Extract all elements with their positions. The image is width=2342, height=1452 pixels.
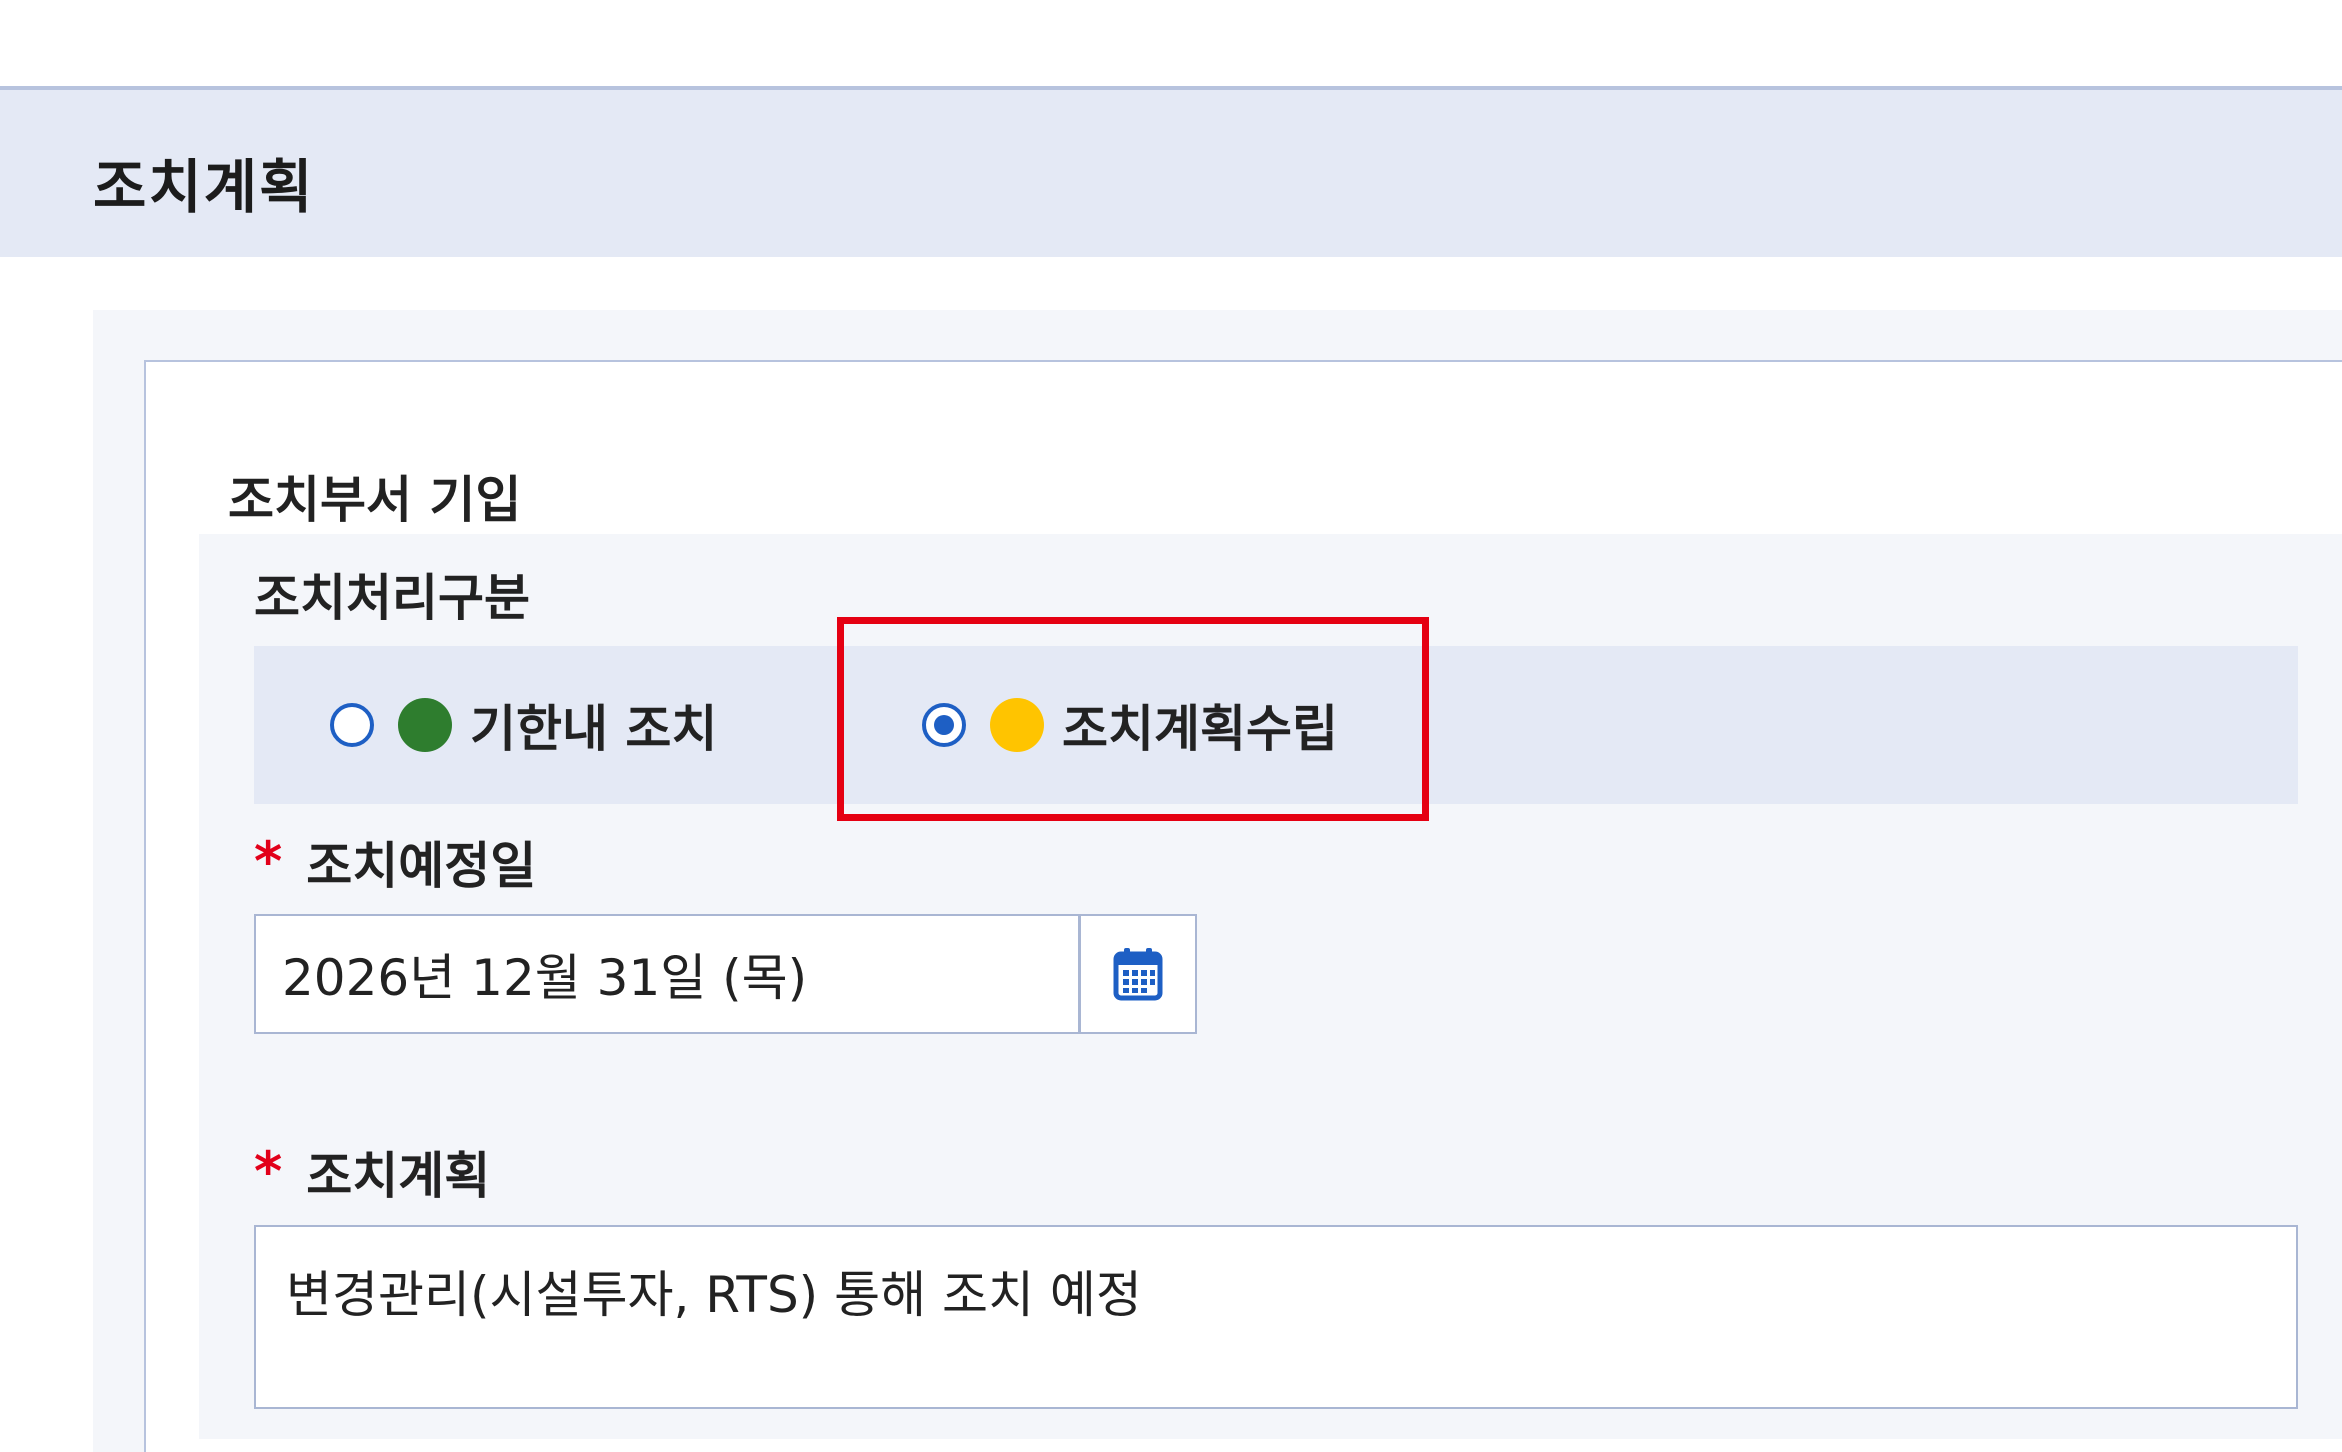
scheduled-date-label-text: 조치예정일 xyxy=(306,837,537,895)
page: 조치계획 조치부서 기입 조치처리구분 기한내 조치 조치계획수립 * 조치예정… xyxy=(0,0,2342,1452)
calendar-icon xyxy=(1113,948,1163,1001)
action-plan-label-text: 조치계획 xyxy=(306,1147,491,1205)
section-header: 조치계획 xyxy=(0,86,2342,257)
action-plan-textarea[interactable]: 변경관리(시설투자, RTS) 통해 조치 예정 xyxy=(254,1225,2298,1409)
card-title: 조치부서 기입 xyxy=(228,471,522,529)
radio-option-plan-establishment[interactable]: 조치계획수립 xyxy=(922,646,1338,804)
scheduled-date-input[interactable]: 2026년 12월 31일 (목) xyxy=(254,914,1080,1034)
scheduled-date-label: * 조치예정일 xyxy=(254,826,536,898)
required-mark: * xyxy=(254,830,283,893)
section-title: 조치계획 xyxy=(93,153,315,221)
radio-option-within-deadline[interactable]: 기한내 조치 xyxy=(330,646,717,804)
radio-button-checked[interactable] xyxy=(922,703,966,747)
action-type-radio-group: 기한내 조치 조치계획수립 xyxy=(254,646,2298,804)
calendar-button[interactable] xyxy=(1079,914,1197,1034)
radio-button-unchecked[interactable] xyxy=(330,703,374,747)
action-type-label-text: 조치처리구분 xyxy=(254,569,530,627)
radio-label-within-deadline: 기한내 조치 xyxy=(470,700,718,758)
yellow-status-dot-icon xyxy=(990,698,1044,752)
required-mark: * xyxy=(254,1140,283,1203)
green-status-dot-icon xyxy=(398,698,452,752)
action-plan-label: * 조치계획 xyxy=(254,1136,490,1208)
action-type-label: 조치처리구분 xyxy=(254,558,530,630)
radio-label-plan-establishment: 조치계획수립 xyxy=(1062,700,1338,758)
